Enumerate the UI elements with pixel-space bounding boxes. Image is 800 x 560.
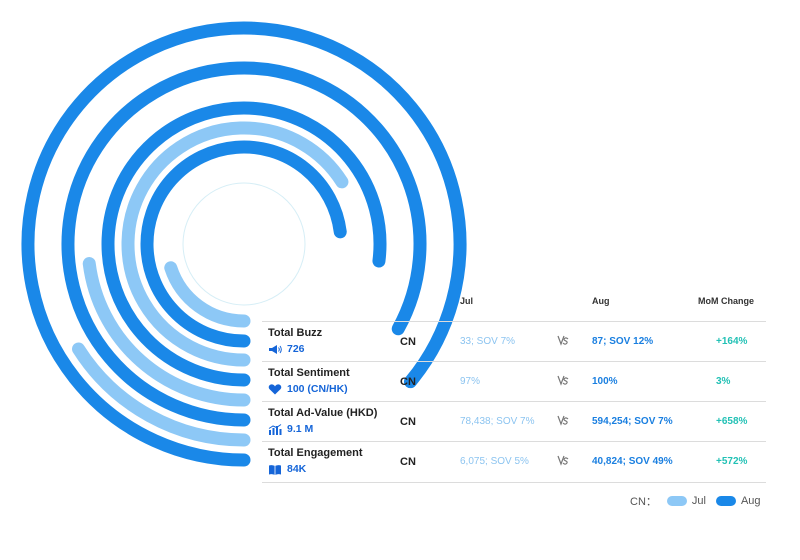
metric-summary: 100 (CN/HK) <box>268 383 348 395</box>
versus-icon <box>557 415 569 426</box>
arc-aug-total-engagement <box>140 140 347 348</box>
metric-summary: 9.1 M <box>268 423 313 435</box>
jul-value: 33; SOV 7% <box>460 336 516 347</box>
metric-label: Total Ad-Value (HKD) <box>268 407 378 419</box>
heart-icon <box>268 383 282 394</box>
aug-value: 594,254; SOV 7% <box>592 416 673 427</box>
table-row-total-sentiment: Total Sentiment 100 (CN/HK) CN 97% 100% … <box>262 361 766 402</box>
chart-legend: CN： Jul Aug <box>630 493 761 509</box>
legend-swatch-aug <box>715 496 736 506</box>
legend-swatch-jul <box>666 496 687 506</box>
region-label: CN <box>400 376 416 388</box>
table-row-total-ad-value: Total Ad-Value (HKD) 9.1 M CN 78,438; SO… <box>262 401 766 442</box>
book-icon <box>269 464 281 475</box>
header-aug: Aug <box>592 296 610 306</box>
aug-value: 40,824; SOV 49% <box>592 456 673 467</box>
jul-value: 6,075; SOV 5% <box>460 456 529 467</box>
jul-value: 97% <box>460 376 481 387</box>
table-row-total-engagement: Total Engagement 84K CN 6,075; SOV 5% 40… <box>262 441 766 483</box>
metric-label: Total Sentiment <box>268 367 350 379</box>
versus-icon <box>557 455 569 466</box>
metric-summary: 726 <box>268 343 305 355</box>
region-label: CN <box>400 336 416 348</box>
header-jul: Jul <box>460 296 474 306</box>
versus-icon <box>557 375 569 386</box>
table-row-total-buzz: Total Buzz 726 CN 33; SOV 7% 87; SOV 12%… <box>262 321 766 362</box>
header-mom-change: MoM Change <box>698 296 754 306</box>
metric-summary-value: 9.1 M <box>287 423 314 435</box>
legend-prefix: CN： <box>630 496 657 508</box>
mom-change-value: +164% <box>716 336 748 347</box>
megaphone-icon <box>269 344 282 354</box>
region-label: CN <box>400 456 416 468</box>
legend-label-aug: Aug <box>740 495 761 507</box>
jul-value: 78,438; SOV 7% <box>460 416 535 427</box>
aug-value: 87; SOV 12% <box>592 336 654 347</box>
bar-chart-icon <box>268 423 282 435</box>
metric-summary-value: 726 <box>287 343 305 355</box>
metric-label: Total Buzz <box>268 327 323 339</box>
mom-change-value: +572% <box>716 456 748 467</box>
region-label: CN <box>400 416 416 428</box>
versus-icon <box>557 335 569 346</box>
metric-label: Total Engagement <box>268 447 363 459</box>
aug-value: 100% <box>592 376 618 387</box>
metric-summary: 84K <box>268 463 306 475</box>
metric-summary-value: 100 (CN/HK) <box>287 383 348 395</box>
mom-change-value: 3% <box>716 376 731 387</box>
metric-summary-value: 84K <box>287 463 307 475</box>
mom-change-value: +658% <box>716 416 748 427</box>
legend-label-jul: Jul <box>691 495 706 507</box>
center-ring <box>182 182 306 306</box>
